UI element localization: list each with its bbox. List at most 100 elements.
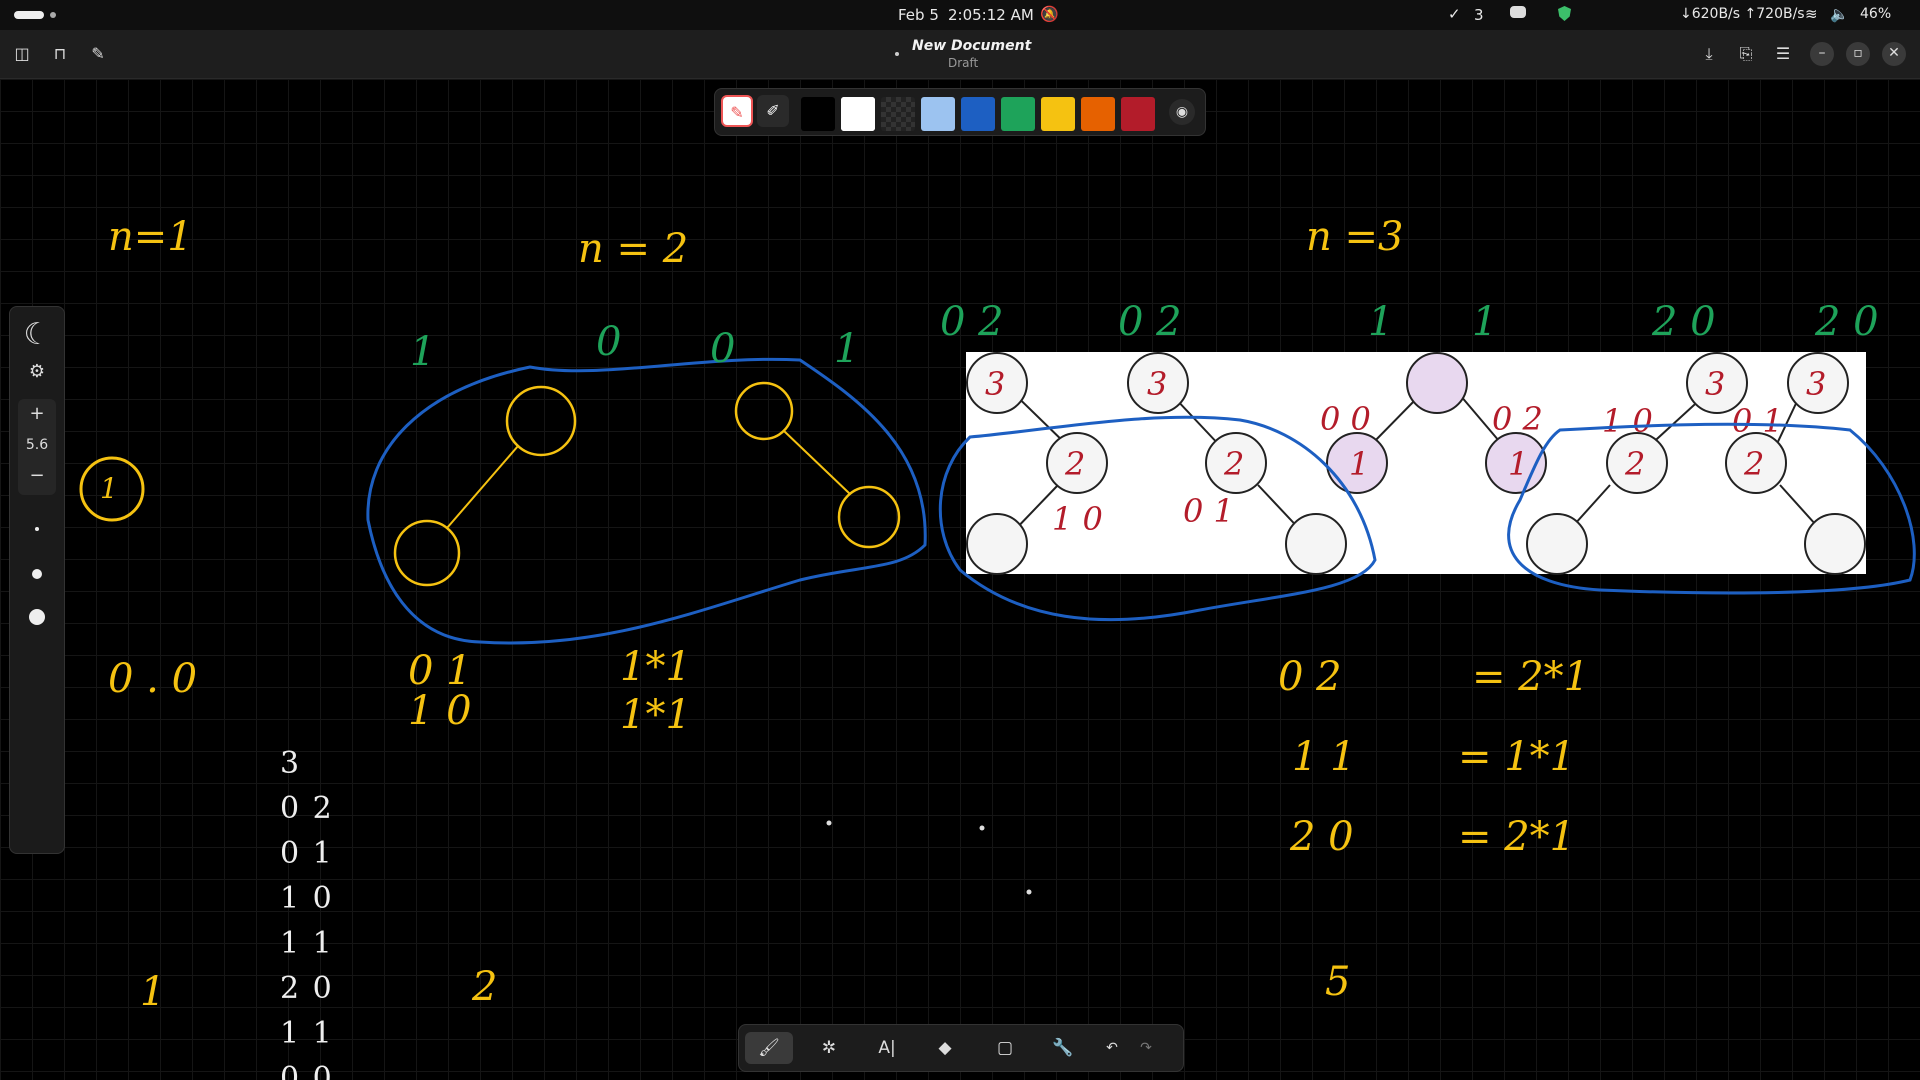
pen-style-icon[interactable]: ✎ bbox=[721, 95, 753, 127]
zoom-value: 5.6 bbox=[25, 437, 49, 453]
workspace-indicator[interactable] bbox=[14, 11, 44, 19]
color-swatch-transparent[interactable] bbox=[881, 97, 915, 131]
bottom-toolbar: 🖌 ✲ A| ◆ ▢ 🔧 ↶ ↷ bbox=[738, 1024, 1184, 1072]
equation-right: = 2*1 bbox=[1472, 654, 1589, 700]
pen-tool-icon[interactable]: 🖌 bbox=[745, 1032, 793, 1064]
red-annotation: 1 0 bbox=[1052, 500, 1103, 538]
color-swatch-white[interactable] bbox=[841, 97, 875, 131]
document-title: New Document bbox=[912, 38, 1032, 54]
network-speed: ↓620B/s ↑720B/s bbox=[1680, 6, 1805, 22]
checkmark-icon[interactable]: ✓ bbox=[1448, 5, 1461, 23]
undo-icon[interactable]: ↶ bbox=[1097, 1032, 1127, 1064]
page-icon[interactable]: ⊓ bbox=[48, 42, 72, 66]
unsaved-indicator bbox=[895, 52, 899, 56]
size-small-icon[interactable] bbox=[35, 527, 39, 531]
label-one: 1 bbox=[140, 969, 165, 1015]
shield-icon[interactable] bbox=[1558, 6, 1571, 21]
text-tool-icon[interactable]: A| bbox=[863, 1032, 911, 1064]
node-label: 2 bbox=[1624, 445, 1645, 483]
highlighter-icon[interactable]: ✐ bbox=[757, 95, 789, 127]
date-label[interactable]: Feb 5 bbox=[898, 6, 939, 24]
gear-icon[interactable]: ⚙ bbox=[10, 361, 64, 382]
pen-shape-icon[interactable]: ☾ bbox=[10, 317, 64, 352]
wifi-icon[interactable]: ≋ bbox=[1805, 5, 1818, 23]
eraser-tool-icon[interactable]: ◆ bbox=[921, 1032, 969, 1064]
red-annotation: 0 0 bbox=[1320, 400, 1371, 438]
green-label: 0 bbox=[710, 326, 735, 372]
equation-right: = 2*1 bbox=[1458, 814, 1575, 860]
maximize-button[interactable]: ▫ bbox=[1846, 42, 1870, 66]
download-icon[interactable]: ⤓ bbox=[1697, 42, 1721, 66]
left-sidebar: ☾ ⚙ + 5.6 − bbox=[9, 306, 65, 854]
tools-icon[interactable]: 🔧 bbox=[1039, 1032, 1087, 1064]
node-label: 1 bbox=[1349, 445, 1369, 483]
label-n3: n =3 bbox=[1306, 214, 1403, 260]
zoom-out-button[interactable]: − bbox=[10, 465, 64, 486]
green-label: 1 bbox=[1368, 299, 1393, 345]
label-n1: n=1 bbox=[108, 214, 193, 260]
green-label: 1 bbox=[410, 329, 435, 375]
label-two: 2 bbox=[471, 964, 497, 1010]
list-item: 0 2 bbox=[280, 791, 334, 826]
zoom-control: + 5.6 − bbox=[18, 399, 56, 495]
color-swatch-yellow[interactable] bbox=[1041, 97, 1075, 131]
minimize-button[interactable]: – bbox=[1810, 42, 1834, 66]
close-button[interactable]: ✕ bbox=[1882, 42, 1906, 66]
equation-left: 0 2 bbox=[1278, 654, 1342, 700]
tree-image[interactable]: 3 2 3 2 1 1 3 2 2 3 1 0 0 1 0 0 0 2 1 0 … bbox=[966, 352, 1866, 575]
shapes-tool-icon[interactable]: ✲ bbox=[805, 1032, 853, 1064]
label-five: 5 bbox=[1325, 959, 1350, 1005]
red-annotation: 1 0 bbox=[1602, 402, 1653, 440]
green-label: 2 0 bbox=[1814, 299, 1879, 345]
menu-icon[interactable]: ☰ bbox=[1771, 42, 1795, 66]
green-label: 1 bbox=[1472, 299, 1497, 345]
green-label: 0 2 bbox=[1118, 299, 1182, 345]
palette-icon[interactable]: ◉ bbox=[1169, 99, 1195, 125]
label-mult: 1*1 bbox=[620, 644, 691, 690]
color-swatch-red[interactable] bbox=[1121, 97, 1155, 131]
node-label: 3 bbox=[1705, 365, 1725, 403]
zoom-in-button[interactable]: + bbox=[10, 403, 64, 424]
size-medium-icon[interactable] bbox=[32, 569, 42, 579]
green-label: 0 2 bbox=[940, 299, 1004, 345]
color-swatch-orange[interactable] bbox=[1081, 97, 1115, 131]
notification-muted-icon[interactable]: 🔕 bbox=[1040, 5, 1059, 23]
label-mult: 1*1 bbox=[620, 692, 691, 738]
workspace-dot[interactable] bbox=[50, 12, 56, 18]
list-item: 1 1 bbox=[280, 926, 334, 961]
app-header: ◫ ⊓ ✎ New Document Draft ⤓ ⎘ ☰ – ▫ ✕ bbox=[0, 30, 1920, 79]
equation-right: = 1*1 bbox=[1458, 734, 1575, 780]
battery-indicator[interactable]: 46% bbox=[1860, 6, 1891, 22]
size-large-icon[interactable] bbox=[29, 609, 45, 625]
volume-icon[interactable]: 🔈 bbox=[1830, 5, 1849, 23]
node-label: 3 bbox=[985, 365, 1005, 403]
system-top-bar: Feb 5 2:05:12 AM 🔕 ✓ 3 ↓620B/s ↑720B/s ≋… bbox=[0, 0, 1920, 30]
sidebar-toggle-icon[interactable]: ◫ bbox=[10, 42, 34, 66]
color-swatch-green[interactable] bbox=[1001, 97, 1035, 131]
green-label: 2 0 bbox=[1651, 299, 1716, 345]
selector-tool-icon[interactable]: ▢ bbox=[981, 1032, 1029, 1064]
list-item: 1 0 bbox=[280, 881, 334, 916]
label-n2: n = 2 bbox=[578, 226, 688, 272]
red-annotation: 0 1 bbox=[1183, 492, 1234, 530]
node-label: 2 bbox=[1743, 445, 1764, 483]
time-label[interactable]: 2:05:12 AM bbox=[948, 6, 1034, 24]
node-label: 3 bbox=[1806, 365, 1826, 403]
label-pairs: 1 0 bbox=[408, 688, 472, 734]
green-label: 0 bbox=[596, 319, 621, 365]
redo-icon[interactable]: ↷ bbox=[1131, 1032, 1161, 1064]
node-label: 3 bbox=[1147, 365, 1167, 403]
discord-icon[interactable] bbox=[1510, 6, 1526, 18]
list-item: 1 1 bbox=[280, 1016, 334, 1051]
color-swatch-light-blue[interactable] bbox=[921, 97, 955, 131]
red-annotation: 0 1 bbox=[1732, 402, 1783, 440]
node-label: 2 bbox=[1064, 445, 1085, 483]
pen-settings-icon[interactable]: ✎ bbox=[86, 42, 110, 66]
red-annotation: 0 2 bbox=[1492, 400, 1543, 438]
color-swatch-black[interactable] bbox=[801, 97, 835, 131]
node-label: 2 bbox=[1223, 445, 1244, 483]
list-item: 0 1 bbox=[280, 836, 334, 871]
export-icon[interactable]: ⎘ bbox=[1734, 42, 1758, 66]
check-count: 3 bbox=[1474, 6, 1484, 24]
color-swatch-blue[interactable] bbox=[961, 97, 995, 131]
